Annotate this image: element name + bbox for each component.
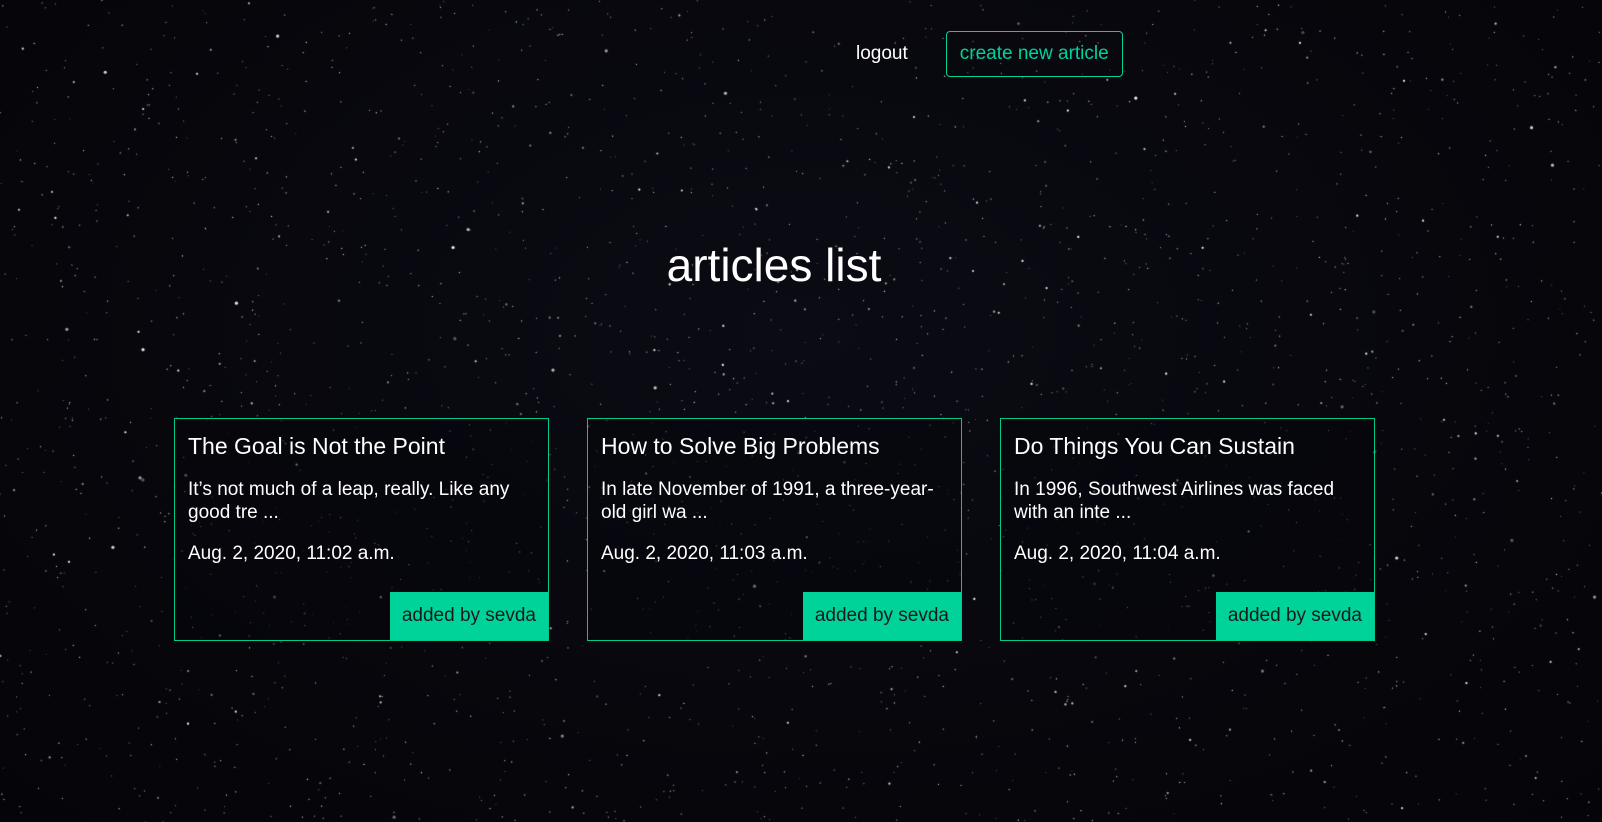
- article-excerpt: In 1996, Southwest Airlines was faced wi…: [1014, 478, 1335, 523]
- article-title[interactable]: The Goal is Not the Point: [188, 433, 548, 461]
- top-nav: logout create new article: [856, 30, 1123, 78]
- logout-link[interactable]: logout: [856, 43, 908, 65]
- article-title[interactable]: Do Things You Can Sustain: [1014, 433, 1374, 461]
- article-date: Aug. 2, 2020, 11:02 a.m.: [188, 542, 395, 564]
- article-title[interactable]: How to Solve Big Problems: [601, 433, 961, 461]
- article-card[interactable]: How to Solve Big Problems In late Novemb…: [587, 418, 962, 641]
- article-card[interactable]: The Goal is Not the Point It’s not much …: [174, 418, 549, 641]
- articles-list: The Goal is Not the Point It’s not much …: [174, 418, 1375, 641]
- page-title: articles list: [666, 239, 882, 291]
- starfield-background: [0, 0, 1602, 822]
- article-excerpt: It’s not much of a leap, really. Like an…: [188, 478, 510, 523]
- create-new-article-button[interactable]: create new article: [945, 31, 1123, 77]
- article-date: Aug. 2, 2020, 11:04 a.m.: [1014, 542, 1221, 564]
- page-background: logout create new article articles list …: [0, 0, 1602, 822]
- article-author-badge: added by sevda: [802, 592, 961, 640]
- article-excerpt: In late November of 1991, a three-year-o…: [601, 478, 934, 523]
- article-author-badge: added by sevda: [389, 592, 548, 640]
- article-date: Aug. 2, 2020, 11:03 a.m.: [601, 542, 808, 564]
- article-card[interactable]: Do Things You Can Sustain In 1996, South…: [1000, 418, 1375, 641]
- article-author-badge: added by sevda: [1215, 592, 1374, 640]
